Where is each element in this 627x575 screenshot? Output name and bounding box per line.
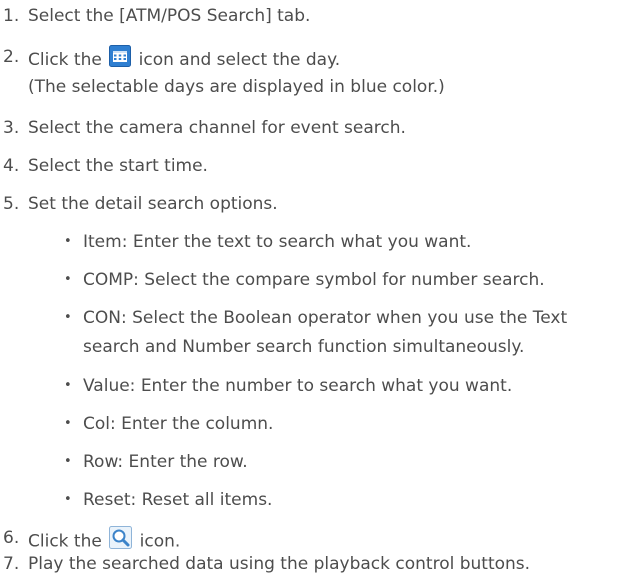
step-number: 7. <box>3 554 20 574</box>
option-text: Value: Enter the number to search what y… <box>83 376 513 396</box>
option-text: Col: Enter the column. <box>83 414 274 434</box>
step-text-before: Click the <box>28 531 102 552</box>
bullet-glyph: • <box>64 454 72 469</box>
bullet-glyph: • <box>64 234 72 249</box>
bullet-glyph: • <box>64 378 72 393</box>
option-text: Row: Enter the row. <box>83 452 248 472</box>
step-text-before: Click the <box>28 50 102 70</box>
step-number: 2. <box>3 47 20 67</box>
option-text: CON: Select the Boolean operator when yo… <box>83 308 568 328</box>
search-icon <box>109 526 133 555</box>
bullet-glyph: • <box>64 492 72 507</box>
step-text: Play the searched data using the playbac… <box>28 554 531 574</box>
option-text: Item: Enter the text to search what you … <box>83 232 472 252</box>
option-text: search and Number search function simult… <box>83 337 525 357</box>
step-number: 4. <box>3 156 20 176</box>
step-number: 6. <box>3 528 20 548</box>
step-text-after: icon and select the day. <box>138 50 341 70</box>
bullet-glyph: • <box>64 416 72 431</box>
step-note: (The selectable days are displayed in bl… <box>28 77 445 97</box>
step-text-after: icon. <box>139 531 181 552</box>
bullet-glyph: • <box>64 272 72 287</box>
step-text: Select the start time. <box>28 156 208 176</box>
instruction-document: 1. Select the [ATM/POS Search] tab. 2. C… <box>0 0 627 575</box>
step-text: Select the [ATM/POS Search] tab. <box>28 6 311 26</box>
step-text: Set the detail search options. <box>28 194 278 214</box>
step-text: Click the icon and select the day. <box>28 45 341 74</box>
step-number: 3. <box>3 118 20 138</box>
step-number: 1. <box>3 6 20 26</box>
step-text: Select the camera channel for event sear… <box>28 118 406 138</box>
bullet-glyph: • <box>64 310 72 325</box>
option-text: COMP: Select the compare symbol for numb… <box>83 270 545 290</box>
step-text: Click the icon. <box>28 526 181 556</box>
option-text: Reset: Reset all items. <box>83 490 273 510</box>
calendar-icon <box>109 45 132 73</box>
step-number: 5. <box>3 194 20 214</box>
